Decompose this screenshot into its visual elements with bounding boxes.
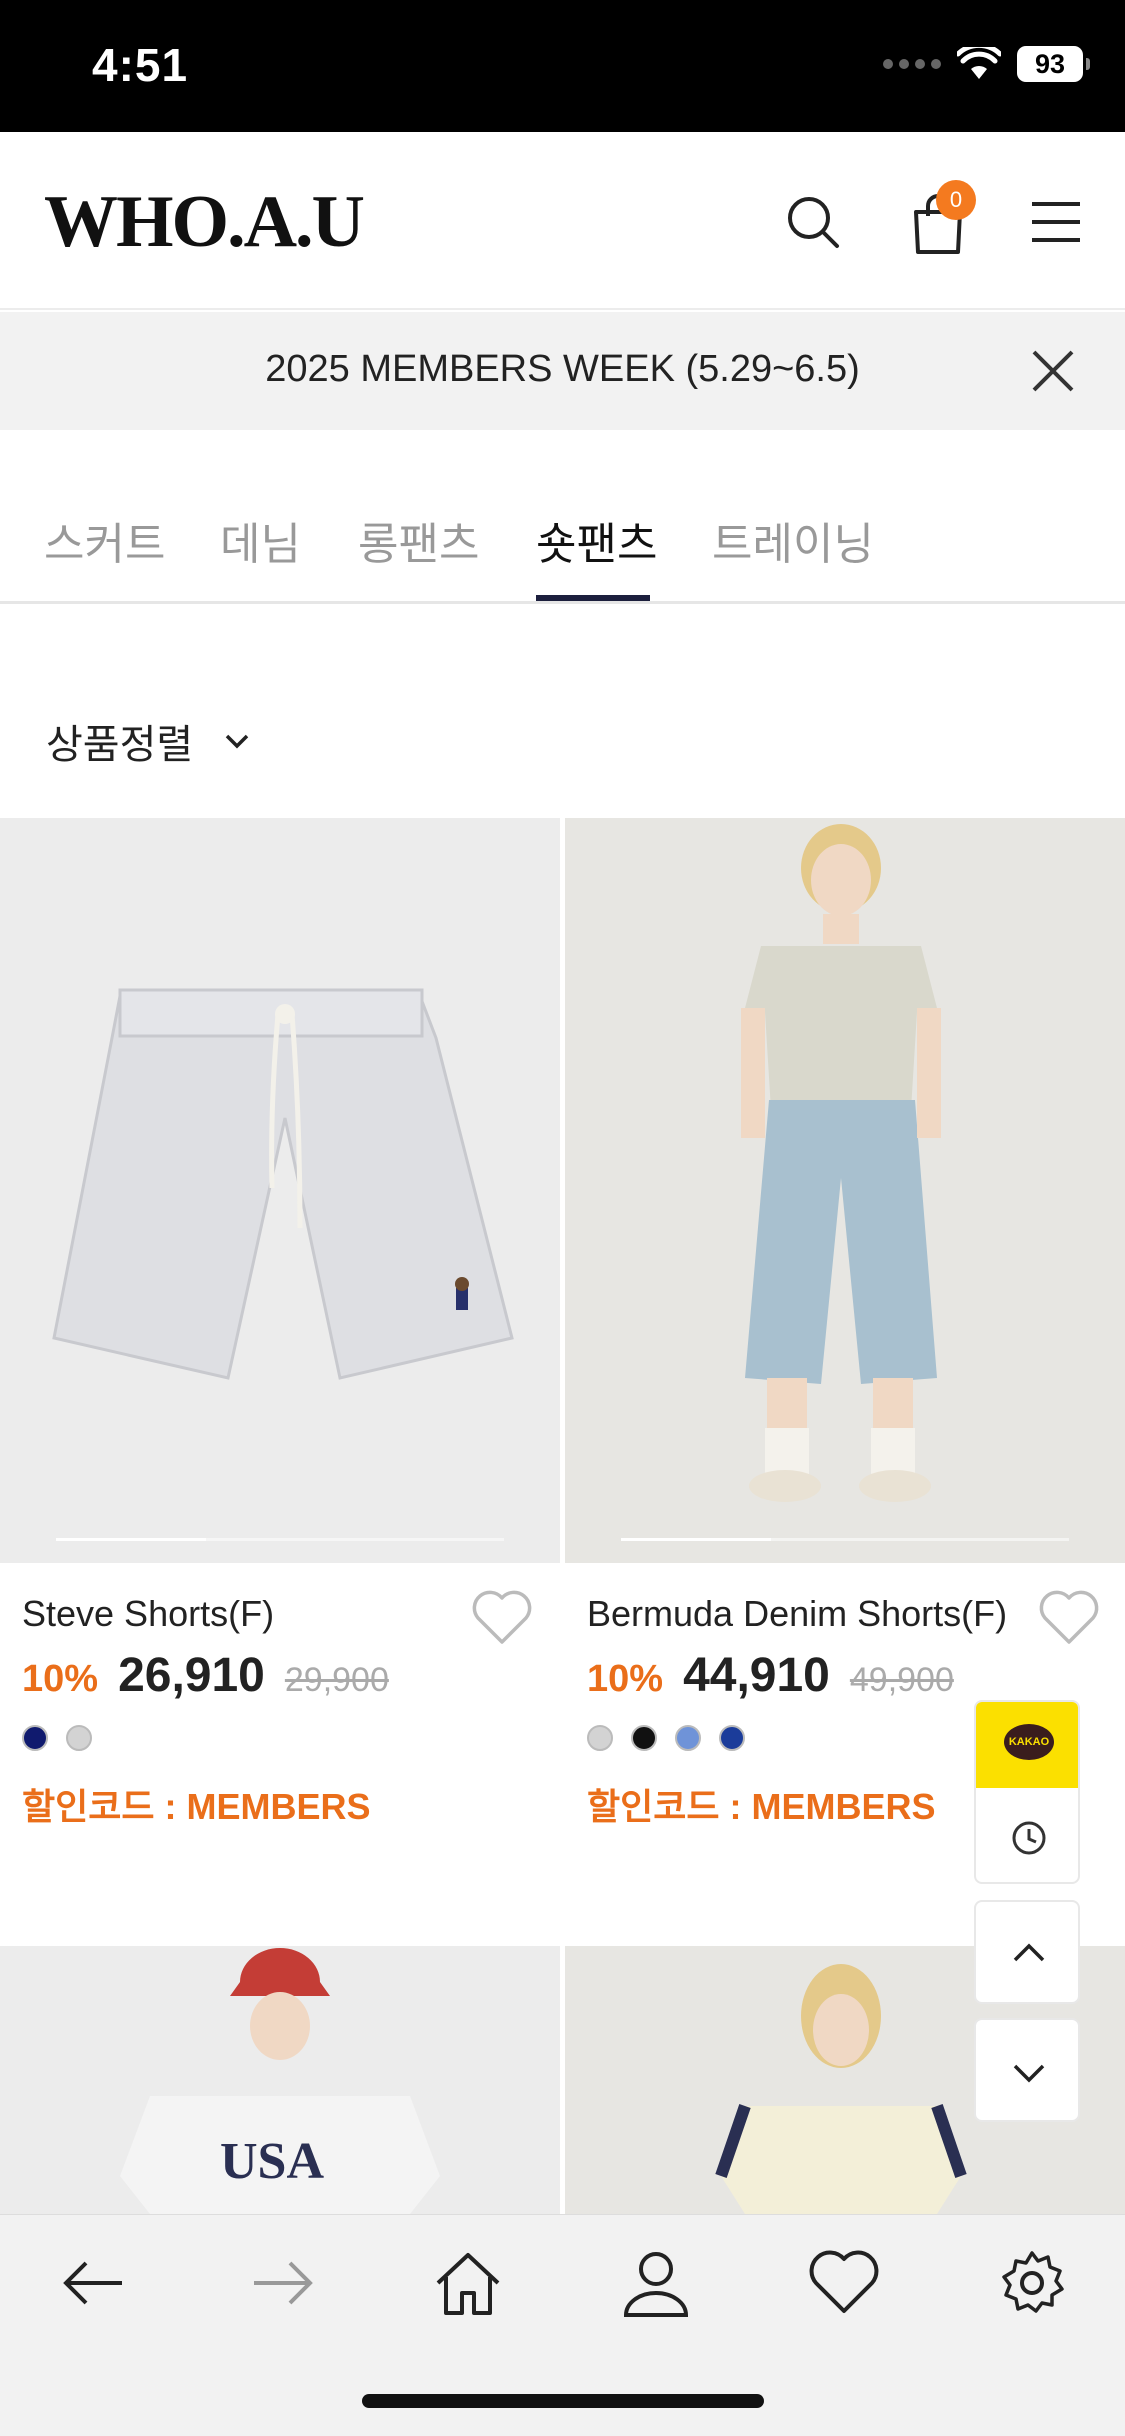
product-card[interactable]: Steve Shorts(F) 10% 26,910 29,900 할인코드 :… xyxy=(0,818,560,1918)
chevron-down-icon xyxy=(225,734,249,749)
promo-code: 할인코드 : MEMBERS xyxy=(587,1786,936,1827)
shorts-photo xyxy=(0,818,560,1563)
chevron-up-icon xyxy=(1013,1943,1045,1962)
product-card[interactable]: USA xyxy=(0,1946,560,2214)
price-row: 10% 26,910 29,900 xyxy=(22,1648,389,1703)
close-icon xyxy=(1032,350,1074,392)
brand-logo[interactable]: WHO.A.U xyxy=(44,180,365,265)
color-swatch-light-blue[interactable] xyxy=(675,1725,701,1751)
chevron-down-icon xyxy=(1013,2064,1045,2083)
floating-widget-group: KAKAO xyxy=(974,1700,1080,1884)
color-swatch-gray[interactable] xyxy=(587,1725,613,1751)
original-price: 29,900 xyxy=(284,1661,389,1699)
scroll-top-button[interactable] xyxy=(974,1900,1080,2004)
image-carousel-indicator xyxy=(56,1538,504,1541)
sort-label: 상품정렬 xyxy=(46,723,194,767)
tab-denim[interactable]: 데님 xyxy=(220,508,301,572)
wishlist-button[interactable] xyxy=(470,1588,534,1646)
wishlist-nav-button[interactable] xyxy=(806,2245,882,2321)
forward-button[interactable] xyxy=(244,2245,320,2321)
category-tabs: 스커트 데님 롱팬츠 숏팬츠 트레이닝 xyxy=(0,430,1125,604)
home-button[interactable] xyxy=(430,2245,506,2321)
status-bar: 4:51 93 xyxy=(0,0,1125,132)
cart-button[interactable]: 0 xyxy=(900,180,976,260)
wishlist-button[interactable] xyxy=(1037,1588,1101,1646)
model-denim-photo xyxy=(565,818,1125,1563)
tab-long-pants[interactable]: 롱팬츠 xyxy=(358,508,479,572)
user-icon xyxy=(623,2252,689,2317)
product-image[interactable] xyxy=(0,818,560,1563)
heart-icon xyxy=(472,1590,532,1644)
sale-price: 26,910 xyxy=(118,1649,265,1702)
active-tab-indicator xyxy=(536,595,650,601)
hamburger-menu-icon xyxy=(1032,202,1080,242)
original-price: 49,900 xyxy=(849,1661,954,1699)
home-icon xyxy=(436,2253,500,2315)
settings-button[interactable] xyxy=(994,2245,1070,2321)
status-indicators: 93 xyxy=(883,46,1090,82)
heart-icon xyxy=(1039,1590,1099,1644)
battery-icon: 93 xyxy=(1017,46,1090,82)
sort-dropdown[interactable]: 상품정렬 xyxy=(46,712,251,770)
discount-rate: 10% xyxy=(22,1658,99,1700)
product-name[interactable]: Bermuda Denim Shorts(F) xyxy=(587,1593,1007,1635)
arrow-left-icon xyxy=(63,2261,122,2305)
product-image[interactable]: USA xyxy=(0,1946,560,2214)
promo-code: 할인코드 : MEMBERS xyxy=(22,1786,371,1827)
gear-icon xyxy=(1002,2251,1064,2313)
home-indicator xyxy=(362,2394,764,2408)
kakao-icon: KAKAO xyxy=(1004,1724,1054,1760)
product-name[interactable]: Steve Shorts(F) xyxy=(22,1593,274,1635)
color-swatch-navy[interactable] xyxy=(22,1725,48,1751)
color-swatch-black[interactable] xyxy=(631,1725,657,1751)
wifi-icon xyxy=(957,47,1001,79)
model-tshirt-photo: USA xyxy=(0,1946,560,2214)
cart-count-badge: 0 xyxy=(936,180,976,220)
promo-banner[interactable]: 2025 MEMBERS WEEK (5.29~6.5) xyxy=(0,312,1125,430)
svg-text:USA: USA xyxy=(220,2133,324,2190)
price-row: 10% 44,910 49,900 xyxy=(587,1648,954,1703)
clock-icon[interactable] xyxy=(1009,1818,1049,1858)
kakao-chat-button[interactable]: KAKAO xyxy=(976,1702,1078,1788)
sale-price: 44,910 xyxy=(683,1649,830,1702)
tab-training[interactable]: 트레이닝 xyxy=(712,508,874,572)
site-header: WHO.A.U 0 xyxy=(0,132,1125,310)
search-button[interactable] xyxy=(776,184,852,260)
back-button[interactable] xyxy=(56,2245,132,2321)
banner-close-button[interactable] xyxy=(1030,348,1076,394)
image-carousel-indicator xyxy=(621,1538,1069,1541)
heart-icon xyxy=(809,2250,879,2313)
arrow-right-icon xyxy=(254,2261,313,2305)
scroll-bottom-button[interactable] xyxy=(974,2018,1080,2122)
color-swatches xyxy=(22,1725,92,1751)
account-button[interactable] xyxy=(618,2245,694,2321)
product-image[interactable] xyxy=(565,818,1125,1563)
status-time: 4:51 xyxy=(92,39,189,91)
color-swatch-blue[interactable] xyxy=(719,1725,745,1751)
banner-text: 2025 MEMBERS WEEK (5.29~6.5) xyxy=(265,348,860,390)
color-swatches xyxy=(587,1725,745,1751)
cellular-signal-icon xyxy=(883,59,941,69)
discount-rate: 10% xyxy=(587,1658,664,1700)
color-swatch-gray[interactable] xyxy=(66,1725,92,1751)
menu-button[interactable] xyxy=(1020,184,1096,260)
tab-skirt[interactable]: 스커트 xyxy=(44,508,165,572)
tab-short-pants[interactable]: 숏팬츠 xyxy=(536,508,657,572)
search-icon xyxy=(788,197,839,248)
